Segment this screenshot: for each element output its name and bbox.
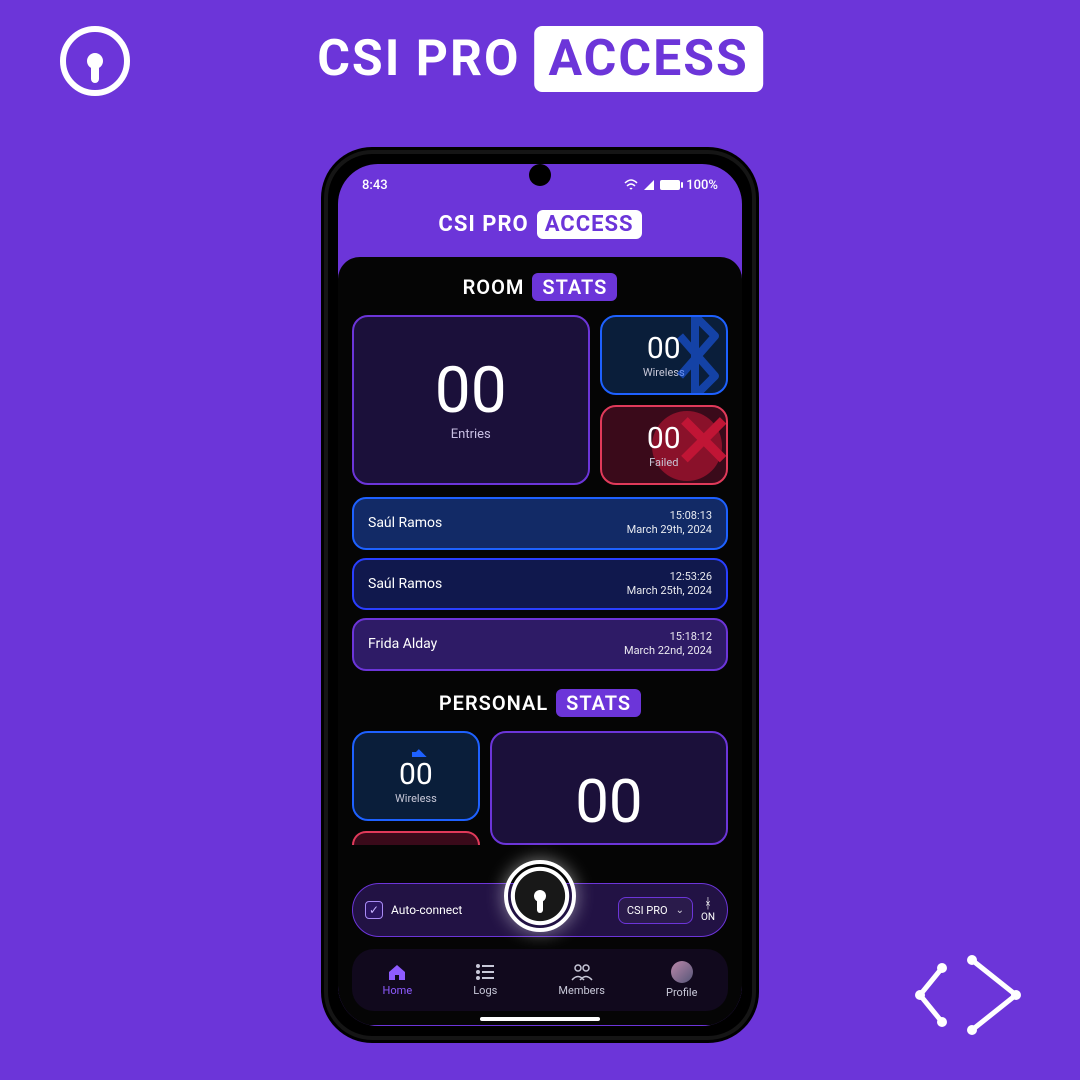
- entries-label: Entries: [451, 427, 491, 442]
- members-icon: [571, 963, 593, 981]
- bluetooth-icon: [660, 315, 728, 395]
- home-indicator: [480, 1017, 600, 1021]
- promo-keyhole-logo: [60, 26, 130, 96]
- room-select-dropdown[interactable]: CSI PRO ⌄: [618, 897, 693, 924]
- battery-icon: [660, 180, 680, 190]
- auto-connect-checkbox[interactable]: ✓: [365, 901, 383, 919]
- nav-logs[interactable]: Logs: [473, 963, 497, 997]
- entries-value: 00: [435, 359, 507, 423]
- code-brackets-icon: [914, 950, 1024, 1040]
- unlock-button[interactable]: [504, 860, 576, 932]
- section-title-chip: STATS: [532, 273, 617, 301]
- access-log-list: Saúl Ramos15:08:13March 29th, 2024Saúl R…: [352, 497, 728, 671]
- bluetooth-icon: ᚼ: [701, 897, 715, 912]
- app-header: CSI PRO ACCESS: [338, 196, 742, 255]
- signal-icon: [644, 180, 654, 190]
- section-title-chip: STATS: [556, 689, 641, 717]
- log-time: 12:53:26: [627, 570, 712, 584]
- failed-label: Failed: [649, 456, 678, 469]
- phone-screen: 8:43 100% CSI PRO ACCESS ROOM STATS 00 E…: [338, 164, 742, 1026]
- nav-home[interactable]: Home: [383, 963, 413, 997]
- log-meta: 12:53:26March 25th, 2024: [627, 570, 712, 599]
- card-failed[interactable]: ✕ 00 Failed: [600, 405, 728, 485]
- status-time: 8:43: [362, 178, 388, 193]
- personal-stats-title: PERSONAL STATS: [352, 689, 728, 717]
- personal-stats-cards: 00 Wireless 00: [352, 731, 728, 845]
- log-time: 15:18:12: [624, 630, 712, 644]
- card-wireless[interactable]: 00 Wireless: [600, 315, 728, 395]
- bottom-nav: Home Logs Members: [352, 949, 728, 1011]
- keyhole-icon: [87, 53, 103, 69]
- app-title-pre: CSI PRO: [438, 212, 528, 237]
- section-title-pre: ROOM: [463, 275, 525, 299]
- personal-card-wireless[interactable]: 00 Wireless: [352, 731, 480, 821]
- log-meta: 15:18:12March 22nd, 2024: [624, 630, 712, 659]
- nav-profile[interactable]: Profile: [666, 961, 697, 999]
- personal-wireless-value: 00: [399, 757, 433, 792]
- personal-entries-value: 00: [575, 772, 642, 832]
- keyhole-icon: [534, 890, 546, 902]
- nav-home-label: Home: [383, 984, 413, 997]
- check-icon: ✓: [369, 903, 379, 917]
- log-entry[interactable]: Saúl Ramos 12:53:26March 25th, 2024: [352, 558, 728, 611]
- auto-connect-label: Auto-connect: [391, 903, 462, 917]
- personal-wireless-label: Wireless: [395, 792, 437, 805]
- wifi-icon: [624, 179, 638, 191]
- bluetooth-icon: [381, 747, 451, 757]
- nav-profile-label: Profile: [666, 986, 697, 999]
- log-meta: 15:08:13March 29th, 2024: [627, 509, 712, 538]
- log-name: Frida Alday: [368, 636, 437, 652]
- room-stats-cards: 00 Entries 00 Wireless ✕ 00: [352, 315, 728, 485]
- camera-notch: [533, 168, 547, 182]
- nav-members[interactable]: Members: [558, 963, 605, 997]
- status-battery: 100%: [686, 178, 718, 193]
- promo-brand-chip: ACCESS: [535, 26, 763, 92]
- app-title-chip: ACCESS: [537, 210, 642, 239]
- section-title-pre: PERSONAL: [439, 691, 548, 715]
- log-entry[interactable]: Saúl Ramos 15:08:13March 29th, 2024: [352, 497, 728, 550]
- log-date: March 29th, 2024: [627, 523, 712, 537]
- personal-card-entries[interactable]: 00: [490, 731, 728, 845]
- bluetooth-status[interactable]: ᚼ ON: [701, 897, 715, 923]
- avatar-icon: [671, 961, 693, 983]
- phone-frame: 8:43 100% CSI PRO ACCESS ROOM STATS 00 E…: [324, 150, 756, 1040]
- bluetooth-status-label: ON: [701, 912, 715, 923]
- x-icon: ✕: [674, 407, 728, 477]
- log-entry[interactable]: Frida Alday 15:18:12March 22nd, 2024: [352, 618, 728, 671]
- chevron-down-icon: ⌄: [676, 905, 684, 916]
- nav-members-label: Members: [558, 984, 605, 997]
- log-name: Saúl Ramos: [368, 515, 442, 531]
- log-name: Saúl Ramos: [368, 576, 442, 592]
- nav-logs-label: Logs: [473, 984, 497, 997]
- connection-controls: ✓ Auto-connect CSI PRO ⌄ ᚼ ON: [352, 883, 728, 937]
- card-entries[interactable]: 00 Entries: [352, 315, 590, 485]
- personal-card-failed-partial[interactable]: [352, 831, 480, 845]
- room-select-value: CSI PRO: [627, 904, 668, 917]
- failed-value: 00: [647, 421, 681, 456]
- main-content: ROOM STATS 00 Entries 00 Wireless: [338, 257, 742, 1025]
- promo-brand-pre: CSI PRO: [317, 30, 520, 88]
- log-date: March 25th, 2024: [627, 584, 712, 598]
- list-icon: [475, 963, 495, 981]
- home-icon: [387, 963, 407, 981]
- log-date: March 22nd, 2024: [624, 644, 712, 658]
- room-stats-title: ROOM STATS: [352, 273, 728, 301]
- promo-title: CSI PRO ACCESS: [317, 26, 763, 92]
- log-time: 15:08:13: [627, 509, 712, 523]
